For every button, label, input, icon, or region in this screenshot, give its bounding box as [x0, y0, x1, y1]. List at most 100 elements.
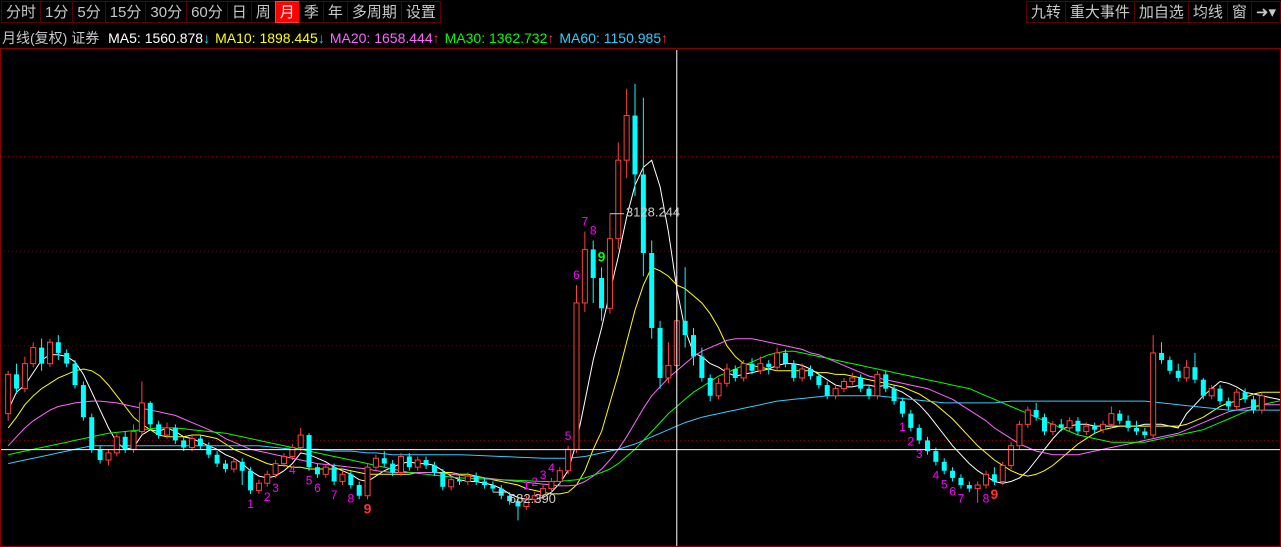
period-tab-9[interactable]: 季 — [298, 1, 324, 23]
candle-body-0 — [5, 373, 12, 415]
candle-body-24 — [206, 445, 212, 455]
candle-body-78 — [657, 327, 663, 378]
ma-legend-2: MA20: 1658.444↑ — [330, 30, 440, 46]
ma-legend-label-1: MA10: — [215, 30, 260, 46]
period-tab-0[interactable]: 分时 — [1, 1, 42, 23]
period-tab-12[interactable]: 设置 — [400, 1, 441, 23]
candle-body-1 — [14, 374, 20, 389]
nine-turn-label-23: 6 — [949, 484, 956, 498]
ma-legend-0: MA5: 1560.878↓ — [108, 30, 210, 46]
nine-turn-label-2: 3 — [272, 481, 279, 495]
nine-turn-label-26: 9 — [990, 486, 998, 502]
candle-body-108 — [908, 413, 914, 428]
candle-body-34 — [289, 447, 296, 457]
tool-button-1[interactable]: 重大事件 — [1064, 1, 1135, 23]
nine-turn-label-11: 3 — [540, 468, 547, 482]
candle-body-20 — [172, 427, 178, 441]
nine-turn-label-25: 8 — [983, 492, 990, 506]
ma-legend-label-0: MA5: — [108, 30, 145, 46]
tool-button-3[interactable]: 均线 — [1187, 1, 1228, 23]
candle-body-32 — [272, 463, 279, 475]
candle-body-77 — [649, 252, 655, 328]
candle-body-48 — [406, 456, 412, 468]
candle-body-36 — [306, 435, 312, 468]
tool-button-4[interactable]: 窗 — [1226, 1, 1252, 23]
tool-buttons: 九转 重大事件 加自选 均线窗 ➜▾ — [1025, 1, 1281, 23]
nine-turn-label-14: 6 — [573, 268, 580, 282]
candle-body-43 — [364, 466, 371, 497]
candle-body-49 — [414, 459, 421, 468]
period-tab-6[interactable]: 日 — [226, 1, 252, 23]
candle-body-86 — [723, 368, 730, 384]
candle-body-22 — [189, 438, 196, 449]
candle-body-113 — [950, 470, 956, 478]
candle-body-149 — [1250, 399, 1256, 411]
candle-body-125 — [1049, 423, 1056, 432]
period-tab-4[interactable]: 30分 — [145, 1, 188, 23]
nine-turn-label-8: 9 — [364, 500, 372, 516]
ma-legend-label-4: MA60: — [559, 30, 604, 46]
candle-body-144 — [1208, 388, 1215, 397]
period-tab-1[interactable]: 1分 — [40, 1, 74, 23]
period-tab-7[interactable]: 周 — [250, 1, 276, 23]
candle-body-13 — [113, 436, 120, 454]
tool-button-5[interactable]: ➜▾ — [1250, 1, 1281, 23]
candle-body-27 — [230, 461, 237, 470]
chart-canvas[interactable]: 1234567 891 234567891234567 8 93128.244682.3… — [0, 50, 1281, 547]
candle-body-16 — [138, 402, 145, 432]
candle-body-121 — [1016, 423, 1023, 447]
nine-turn-label-0: 1 — [247, 497, 254, 511]
tool-button-0[interactable]: 九转 — [1025, 1, 1066, 23]
ma-legend-4: MA60: 1150.985↑ — [559, 30, 668, 46]
candle-body-99 — [832, 388, 839, 397]
nine-turn-label-16: 8 — [590, 223, 597, 237]
nine-turn-label-4: 5 — [306, 474, 313, 488]
candle-body-111 — [933, 451, 939, 462]
ma-legend-arrow-2: ↑ — [432, 30, 440, 46]
period-toolbar: 分时 1分 5分 15分 30分 60分日周月季年多周期 设置 九转 重大事件 加自选 均线窗 ➜▾ — [0, 0, 1281, 26]
candle-body-134 — [1125, 420, 1131, 428]
candle-body-94 — [791, 363, 797, 378]
candle-body-4 — [39, 347, 45, 364]
candle-body-137 — [1150, 352, 1157, 436]
candle-body-42 — [356, 485, 362, 496]
tool-button-2[interactable]: 加自选 — [1133, 1, 1189, 23]
candle-body-84 — [707, 377, 713, 396]
period-tab-5[interactable]: 60分 — [186, 1, 228, 23]
candle-body-105 — [883, 374, 889, 389]
candle-body-8 — [72, 363, 78, 386]
ma-legend-label-2: MA20: — [329, 30, 375, 46]
candle-body-124 — [1042, 417, 1048, 432]
candle-body-135 — [1133, 427, 1139, 432]
candle-body-145 — [1217, 388, 1223, 402]
period-tabs: 分时 1分 5分 15分 30分 60分日周月季年多周期 设置 — [1, 1, 441, 23]
nine-turn-label-6: 7 — [331, 488, 338, 502]
ma-legend-arrow-3: ↑ — [547, 30, 555, 46]
candle-body-67 — [565, 448, 572, 472]
candlestick-chart[interactable]: 1 2 3 4 5 6 7 8 9 1 2 3 4 5 6 7 8 9 1 2 3 4 5 6 7 8 9 3128.244 682.3… — [0, 50, 1281, 547]
candle-body-138 — [1159, 352, 1165, 361]
candle-body-89 — [749, 363, 755, 371]
period-tab-11[interactable]: 多周期 — [346, 1, 402, 23]
ma-line-ma20 — [7, 338, 1281, 487]
candle-body-45 — [381, 458, 387, 464]
nine-turn-label-19: 2 — [907, 434, 914, 448]
period-tab-2[interactable]: 5分 — [72, 1, 106, 23]
candle-body-101 — [849, 377, 856, 382]
candle-body-5 — [46, 341, 53, 365]
candle-body-85 — [715, 382, 722, 397]
nine-turn-label-10: 2 — [531, 475, 538, 489]
candle-body-150 — [1258, 395, 1265, 411]
period-tab-3[interactable]: 15分 — [104, 1, 147, 23]
period-tab-10[interactable]: 年 — [322, 1, 348, 23]
candle-body-130 — [1092, 426, 1098, 430]
candle-body-31 — [264, 473, 271, 484]
candle-body-136 — [1142, 431, 1148, 436]
candle-body-15 — [130, 430, 137, 450]
period-tab-8[interactable]: 月 — [274, 1, 300, 23]
ma-legend-bar: 月线(复权) 证券 MA5: 1560.878↓ MA10: 1898.445↓ M… — [2, 28, 668, 48]
candle-body-127 — [1066, 420, 1073, 429]
candle-body-143 — [1200, 379, 1206, 396]
nine-turn-label-21: 4 — [933, 468, 940, 482]
candle-body-56 — [473, 476, 479, 482]
